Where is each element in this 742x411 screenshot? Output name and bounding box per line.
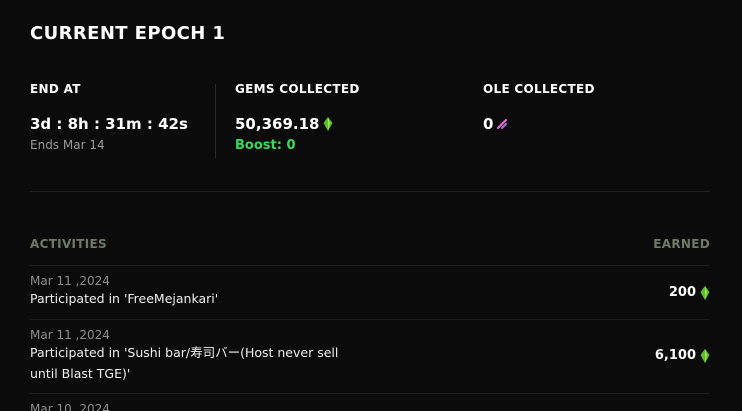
earned-column-header: EARNED (653, 237, 710, 251)
earned-amount: 200 (668, 285, 696, 300)
gems-label: GEMS COLLECTED (235, 82, 360, 96)
activity-description: Participated in 'Sushi bar/寿司バー(Host nev… (30, 345, 339, 381)
countdown-value: 3d : 8h : 31m : 42s (30, 115, 188, 133)
end-at-stat: END AT 3d : 8h : 31m : 42s Ends Mar 14 (30, 82, 188, 152)
activity-date: Mar 11 ,2024 (30, 328, 110, 342)
activity-row: Mar 11 ,2024 Participated in 'FreeMejank… (30, 265, 710, 319)
page-title: CURRENT EPOCH 1 (30, 23, 226, 44)
gems-value: 50,369.18 (235, 115, 320, 133)
activities-column-header: ACTIVITIES (30, 237, 107, 251)
activity-row: Mar 11 ,2024 Participated in 'Sushi bar/… (30, 319, 710, 393)
activity-earned: 200 (669, 285, 710, 300)
activity-date: Mar 11 ,2024 (30, 274, 110, 288)
end-at-label: END AT (30, 82, 81, 96)
section-divider (30, 191, 710, 192)
activity-date: Mar 10 ,2024 (30, 402, 110, 411)
ole-stat: OLE COLLECTED 0 (483, 82, 595, 133)
activities-header: ACTIVITIES EARNED (30, 237, 710, 257)
ole-value: 0 (483, 115, 494, 133)
gems-stat: GEMS COLLECTED 50,369.18 Boost: 0 (235, 82, 360, 153)
stats-divider (215, 84, 216, 158)
ole-icon (497, 119, 508, 129)
gem-icon (323, 117, 333, 131)
earned-amount: 6,100 (654, 348, 696, 363)
boost-value: Boost: 0 (235, 138, 296, 153)
epoch-stats: END AT 3d : 8h : 31m : 42s Ends Mar 14 G… (30, 82, 710, 160)
gem-icon (700, 348, 710, 363)
gems-value-row: 50,369.18 (235, 115, 360, 133)
ole-value-row: 0 (483, 115, 595, 133)
activity-list: Mar 11 ,2024 Participated in 'FreeMejank… (30, 265, 710, 411)
activity-earned: 6,100 (655, 348, 710, 363)
activity-row: Mar 10 ,2024 (30, 393, 710, 411)
activity-description: Participated in 'FreeMejankari' (30, 291, 219, 306)
ends-date: Ends Mar 14 (30, 138, 105, 152)
ole-label: OLE COLLECTED (483, 82, 595, 96)
gem-icon (700, 285, 710, 300)
